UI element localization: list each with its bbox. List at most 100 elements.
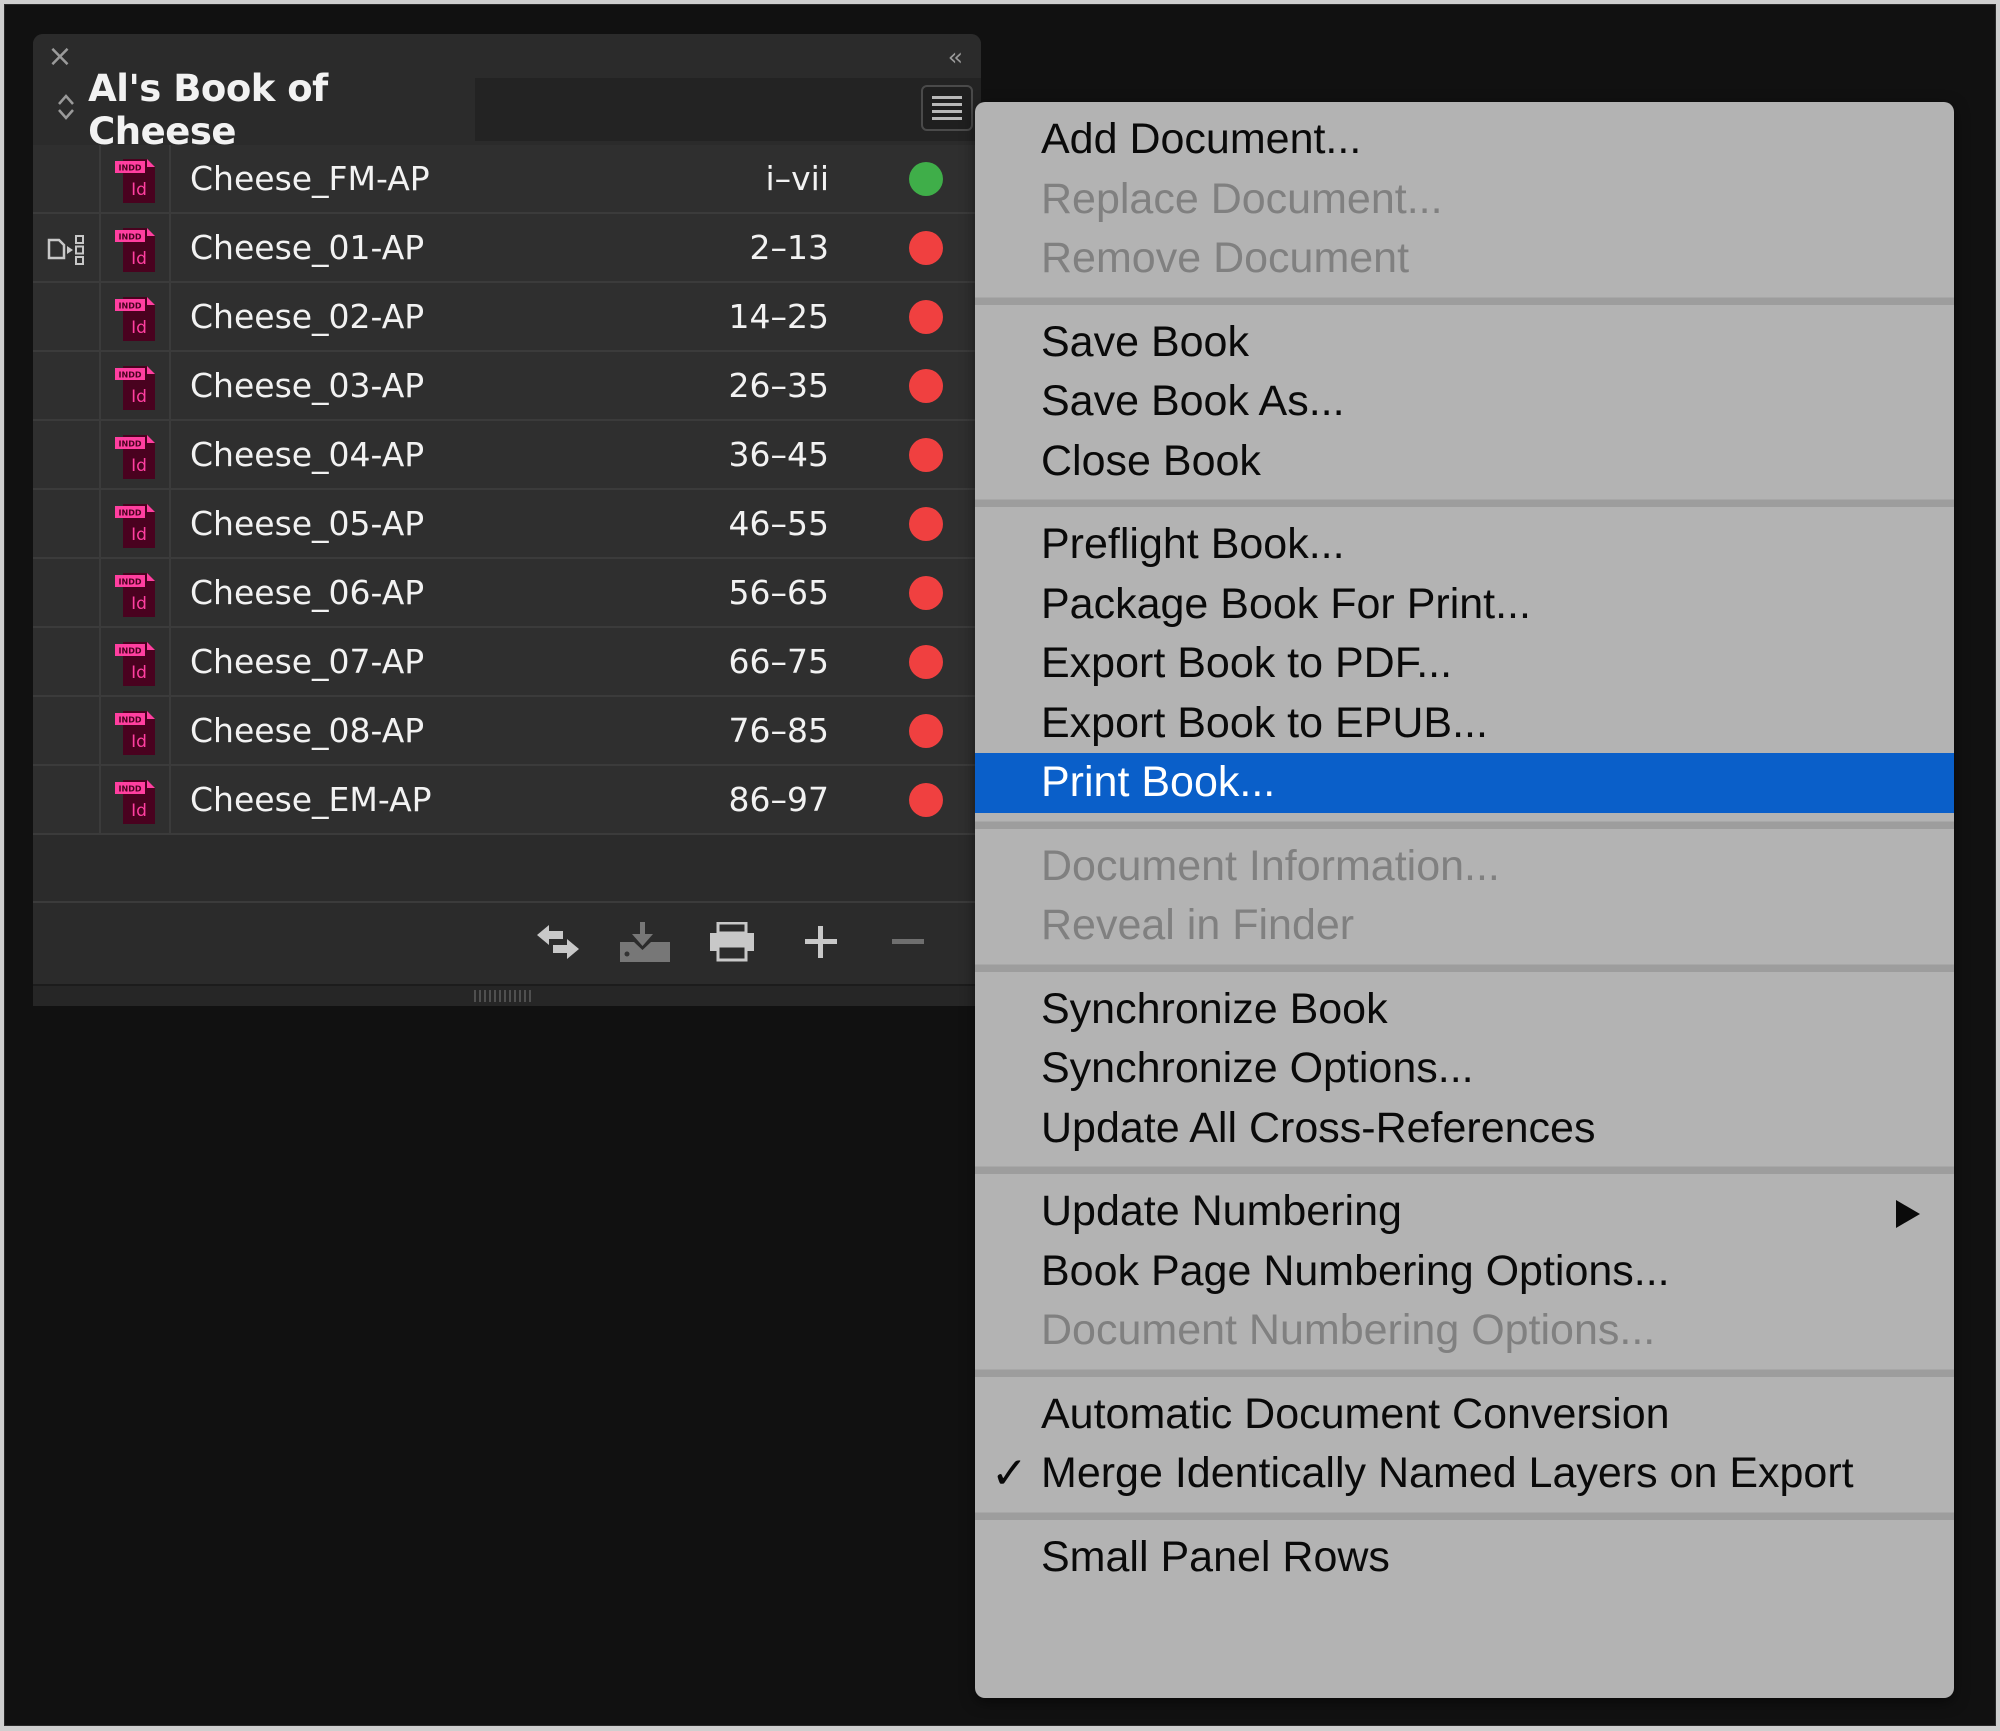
document-row[interactable]: INDD Id Cheese_08-AP 76–85: [33, 697, 981, 766]
menu-item-remove-document[interactable]: Remove Document: [975, 229, 1954, 289]
menu-item-save-book-as[interactable]: Save Book As...: [975, 372, 1954, 432]
menu-separator: [975, 963, 1954, 972]
close-panel-button[interactable]: ×: [45, 42, 75, 72]
menu-item-synchronize-book[interactable]: Synchronize Book: [975, 980, 1954, 1040]
page-range: 36–45: [728, 435, 829, 474]
menu-item-synchronize-options[interactable]: Synchronize Options...: [975, 1039, 1954, 1099]
panel-menu-button[interactable]: [921, 85, 973, 131]
style-source-cell[interactable]: [33, 490, 101, 557]
style-source-cell[interactable]: [33, 697, 101, 764]
menu-item-label: Export Book to EPUB...: [1041, 698, 1488, 747]
print-icon: [710, 921, 754, 962]
panel-resize-bar[interactable]: [33, 984, 981, 1006]
collapse-panel-button[interactable]: ‹‹: [948, 42, 963, 72]
menu-item-close-book[interactable]: Close Book: [975, 432, 1954, 492]
menu-item-preflight-book[interactable]: Preflight Book...: [975, 515, 1954, 575]
style-source-cell[interactable]: [33, 766, 101, 833]
menu-item-print-book[interactable]: Print Book...: [975, 753, 1954, 813]
document-row[interactable]: INDD Id Cheese_06-AP 56–65: [33, 559, 981, 628]
book-tab[interactable]: Al's Book of Cheese: [33, 67, 475, 153]
menu-separator: [975, 1368, 1954, 1377]
menu-item-replace-document[interactable]: Replace Document...: [975, 170, 1954, 230]
style-source-cell[interactable]: [33, 214, 101, 281]
menu-item-book-page-numbering-options[interactable]: Book Page Numbering Options...: [975, 1242, 1954, 1302]
panel-bottom-toolbar: [33, 903, 981, 981]
status-modified-icon: [909, 231, 943, 265]
save-book-icon: [620, 922, 670, 962]
document-row[interactable]: INDD Id Cheese_FM-AP i–vii: [33, 145, 981, 214]
menu-item-automatic-document-conversion[interactable]: Automatic Document Conversion: [975, 1385, 1954, 1445]
document-list: INDD Id Cheese_FM-AP i–vii INDD Id Chees…: [33, 145, 981, 835]
menu-item-label: Synchronize Options...: [1041, 1044, 1474, 1092]
menu-item-small-panel-rows[interactable]: Small Panel Rows: [975, 1528, 1954, 1588]
indesign-document-icon: INDD Id: [115, 780, 155, 824]
svg-text:INDD: INDD: [119, 164, 142, 173]
hamburger-line: [932, 103, 962, 106]
menu-item-export-book-to-epub[interactable]: Export Book to EPUB...: [975, 694, 1954, 754]
menu-separator: [975, 296, 1954, 305]
menu-item-reveal-in-finder[interactable]: Reveal in Finder: [975, 896, 1954, 956]
svg-text:INDD: INDD: [119, 785, 142, 794]
up-down-arrows-icon: [53, 92, 78, 127]
document-name: Cheese_EM-AP: [190, 780, 432, 819]
resize-grip-icon[interactable]: [474, 990, 534, 1002]
svg-text:Id: Id: [131, 732, 147, 752]
synchronize-icon: [537, 925, 579, 959]
document-row[interactable]: INDD Id Cheese_04-AP 36–45: [33, 421, 981, 490]
menu-item-label: Merge Identically Named Layers on Export: [1041, 1449, 1854, 1497]
svg-text:Id: Id: [131, 525, 147, 545]
document-icon-cell: INDD Id: [101, 628, 171, 695]
document-row[interactable]: INDD Id Cheese_02-AP 14–25: [33, 283, 981, 352]
document-row[interactable]: INDD Id Cheese_03-AP 26–35: [33, 352, 981, 421]
document-icon-cell: INDD Id: [101, 559, 171, 626]
save-book-button[interactable]: [620, 922, 670, 962]
synchronize-button[interactable]: [535, 922, 581, 962]
menu-item-update-numbering[interactable]: Update Numbering: [975, 1182, 1954, 1242]
document-icon-cell: INDD Id: [101, 697, 171, 764]
style-source-cell[interactable]: [33, 559, 101, 626]
menu-item-package-book-for-print[interactable]: Package Book For Print...: [975, 575, 1954, 635]
document-row[interactable]: INDD Id Cheese_EM-AP 86–97: [33, 766, 981, 835]
svg-text:Id: Id: [131, 594, 147, 614]
hamburger-line: [932, 117, 962, 120]
add-document-button[interactable]: [801, 922, 847, 962]
style-source-cell[interactable]: [33, 352, 101, 419]
indesign-document-icon: INDD Id: [115, 159, 155, 203]
style-source-cell[interactable]: [33, 628, 101, 695]
menu-item-document-numbering-options[interactable]: Document Numbering Options...: [975, 1301, 1954, 1361]
document-name: Cheese_04-AP: [190, 435, 425, 474]
menu-item-merge-identically-named-layers-on-export[interactable]: ✓ Merge Identically Named Layers on Expor…: [975, 1444, 1954, 1504]
status-modified-icon: [909, 438, 943, 472]
remove-document-button[interactable]: [888, 922, 934, 962]
style-source-cell[interactable]: [33, 283, 101, 350]
menu-item-export-book-to-pdf[interactable]: Export Book to PDF...: [975, 634, 1954, 694]
menu-separator: [975, 820, 1954, 829]
menu-item-save-book[interactable]: Save Book: [975, 313, 1954, 373]
document-row[interactable]: INDD Id Cheese_05-AP 46–55: [33, 490, 981, 559]
document-row[interactable]: INDD Id Cheese_01-AP 2–13: [33, 214, 981, 283]
style-source-cell[interactable]: [33, 421, 101, 488]
document-icon-cell: INDD Id: [101, 421, 171, 488]
menu-item-document-information[interactable]: Document Information...: [975, 837, 1954, 897]
indesign-document-icon: INDD Id: [115, 642, 155, 686]
book-title: Al's Book of Cheese: [88, 66, 328, 153]
document-icon-cell: INDD Id: [101, 214, 171, 281]
document-list-empty-space[interactable]: [33, 835, 981, 903]
document-name: Cheese_01-AP: [190, 228, 425, 267]
document-name: Cheese_08-AP: [190, 711, 425, 750]
style-source-cell[interactable]: [33, 145, 101, 212]
print-book-button[interactable]: [709, 921, 755, 962]
menu-item-label: Export Book to PDF...: [1041, 639, 1453, 687]
menu-item-add-document[interactable]: Add Document...: [975, 110, 1954, 170]
menu-item-label: Save Book As...: [1041, 377, 1345, 425]
style-source-icon[interactable]: [47, 234, 87, 266]
svg-text:INDD: INDD: [119, 233, 142, 242]
menu-separator: [975, 1511, 1954, 1520]
menu-item-label: Close Book: [1041, 436, 1261, 485]
svg-text:Id: Id: [131, 663, 147, 683]
menu-item-label: Update All Cross-References: [1041, 1103, 1596, 1152]
page-range: 2–13: [749, 228, 830, 267]
svg-text:Id: Id: [131, 318, 147, 338]
menu-item-update-all-cross-references[interactable]: Update All Cross-References: [975, 1099, 1954, 1159]
document-row[interactable]: INDD Id Cheese_07-AP 66–75: [33, 628, 981, 697]
